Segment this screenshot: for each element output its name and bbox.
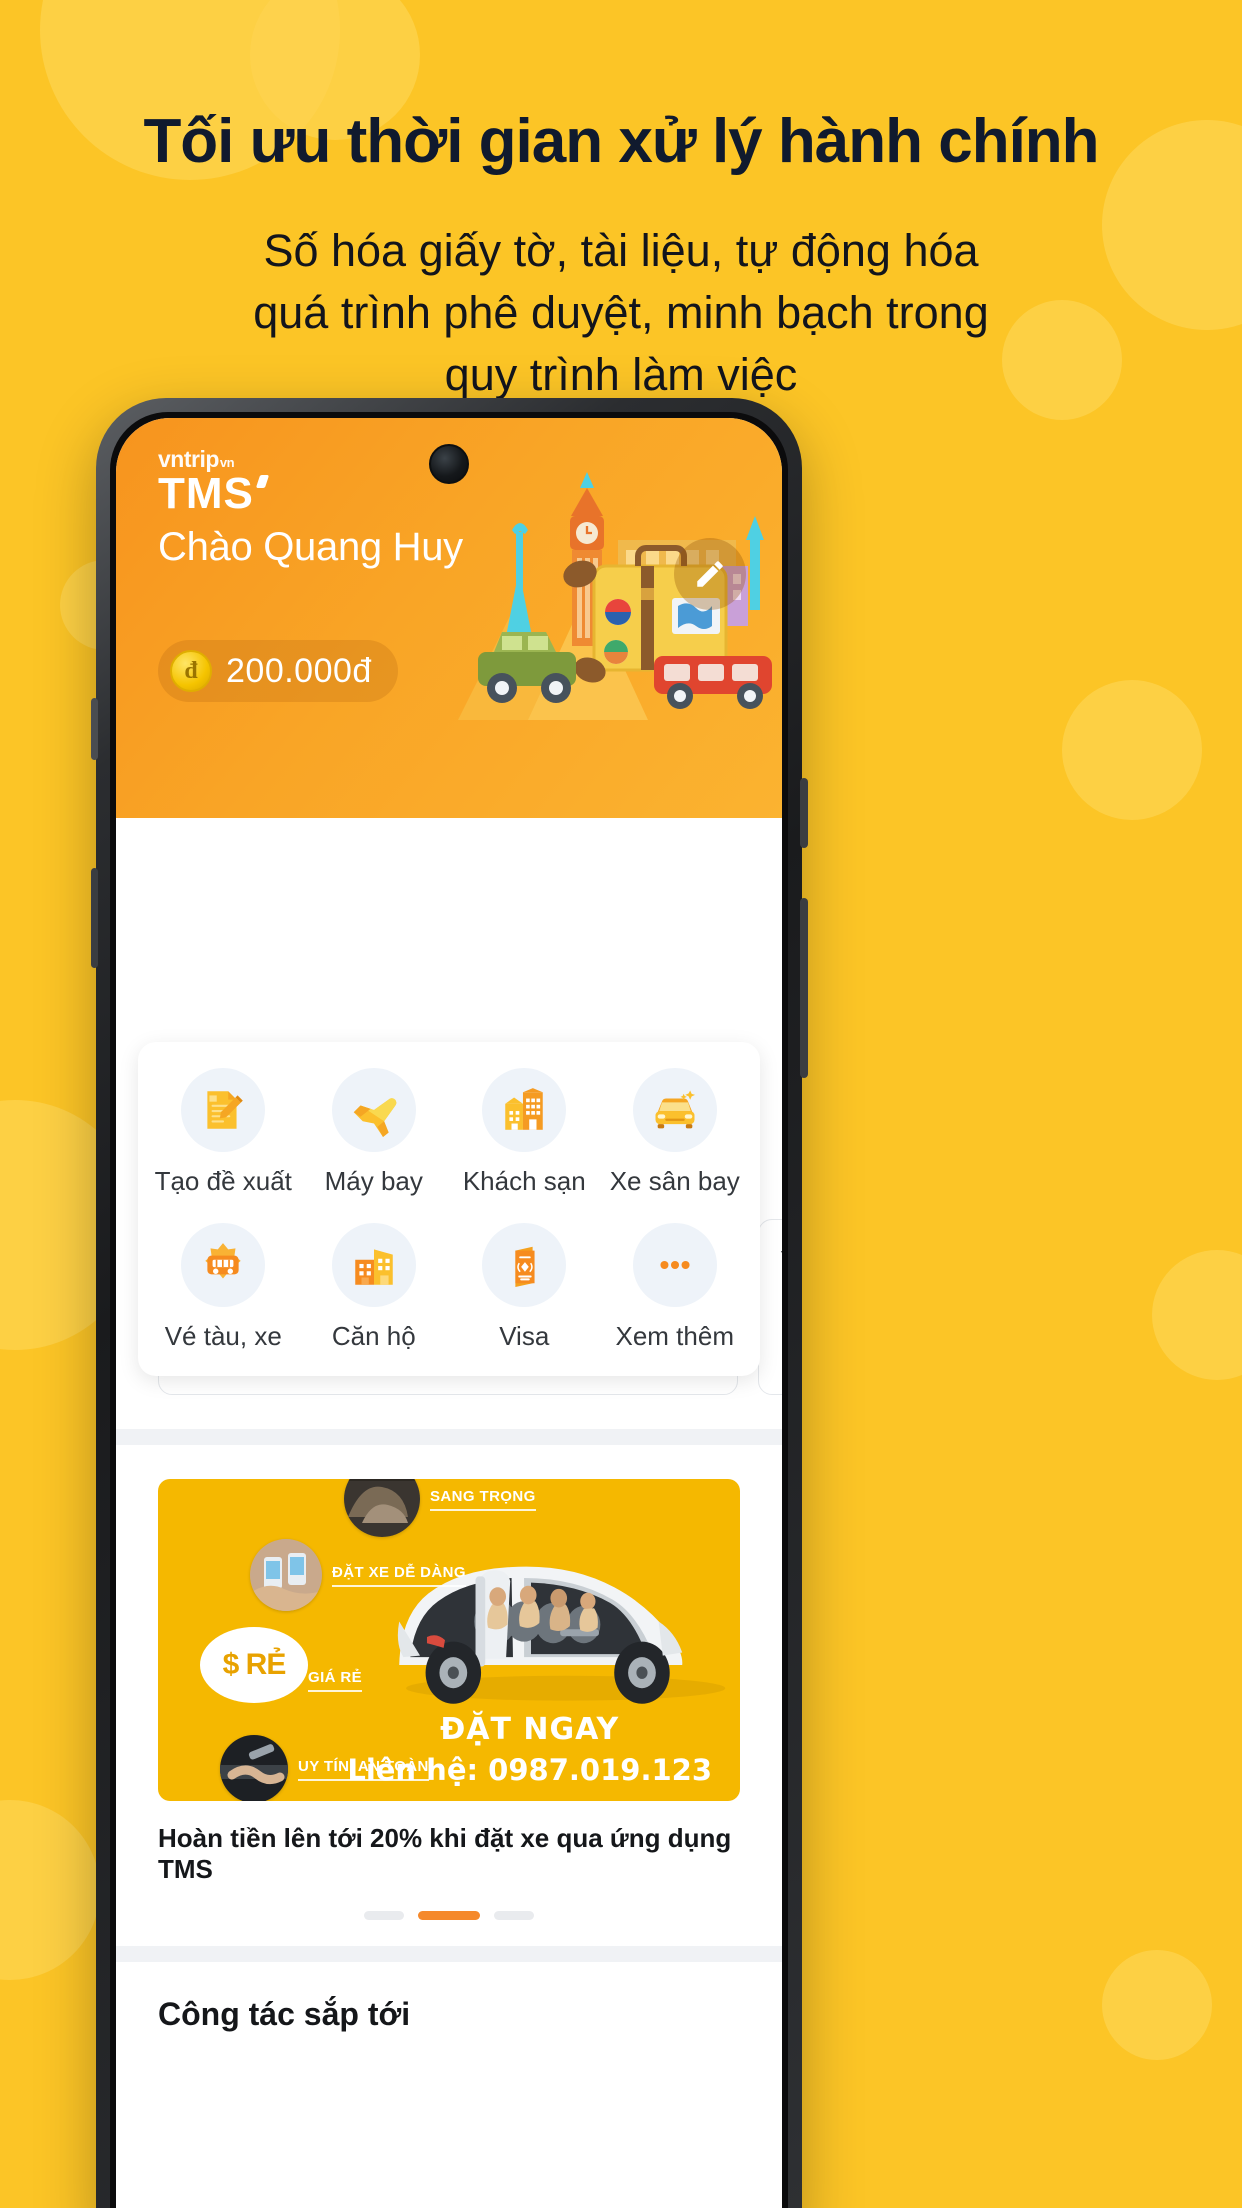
page-title: Tối ưu thời gian xử lý hành chính [143,107,1099,176]
airplane-icon [331,1068,416,1152]
service-label: Xe sân bay [609,1166,740,1196]
promo-caption: Hoàn tiền lên tới 20% khi đặt xe qua ứng… [158,1823,732,1884]
promo-tag: ĐẶT XE DỄ DÀNG [250,1539,466,1611]
promo-cta-line-2: Liên hệ: 0987.019.123 [347,1753,712,1787]
services-row-1: Tạo đề xuất Máy bay Khách sạn Xe sân bay [148,1068,750,1197]
section-divider [116,1946,782,1962]
app-screen: vntrip vn TMS Chào Quang Huy đ 200.000đ [116,418,782,2208]
service-label: Vé tàu, xe [164,1321,282,1351]
more-dots-icon [632,1223,717,1307]
service-label: Visa [499,1321,550,1351]
carousel-dot[interactable] [364,1911,404,1920]
calendar-icon [781,1296,782,1322]
section-divider [116,1429,782,1445]
promo-tag-label: GIÁ RẺ [308,1669,363,1692]
upcoming-trips-title: Công tác sắp tới [158,1996,411,2032]
alarm-clock-icon [781,1332,782,1358]
services-row-2: Vé tàu, xe Căn hộ Visa Xem thêm [148,1223,750,1352]
service-label: Căn hộ [331,1321,416,1351]
coin-icon: đ [170,650,212,692]
promo-cta-line-1: ĐẶT NGAY [440,1712,620,1747]
edit-profile-button[interactable] [674,538,746,610]
promo-cta[interactable]: ĐẶT NGAY Liên hệ: 0987.019.123 [347,1712,712,1787]
phone-right-button [800,898,808,1078]
service-label: Xem thêm [615,1321,735,1351]
apartment-icon [331,1223,416,1307]
phone-side-button-top [91,698,98,760]
phone-booking-photo [250,1539,322,1611]
page-subtitle: Số hóa giấy tờ, tài liệu, tự động hóa qu… [0,220,1242,406]
service-label: Khách sạn [462,1166,586,1196]
subtitle-line-1: Số hóa giấy tờ, tài liệu, tự động hóa [263,225,979,277]
pencil-icon [697,561,723,587]
promo-banner[interactable]: SANG TRỌNG ĐẶT XE DỄ DÀNG $ RẺ GIÁ RẺ UY… [158,1479,740,1801]
promo-tag: GIÁ RẺ [308,1669,363,1692]
promo-banner-section: SANG TRỌNG ĐẶT XE DỄ DÀNG $ RẺ GIÁ RẺ UY… [116,1445,782,1801]
service-item-tao-de-xuat[interactable]: Tạo đề xuất [148,1068,299,1197]
marketing-copy: Tối ưu thời gian xử lý hành chính Số hóa… [0,107,1242,406]
service-item-may-bay[interactable]: Máy bay [299,1068,450,1197]
promo-tag-label: ĐẶT XE DỄ DÀNG [332,1564,466,1587]
wallet-balance-chip[interactable]: đ 200.000đ [158,640,398,702]
promo-tag: SANG TRỌNG [344,1479,536,1537]
service-label: Máy bay [324,1166,423,1196]
phone-power-button [800,778,808,848]
hotel-buildings-icon [482,1068,567,1152]
carousel-dots[interactable] [116,1885,782,1946]
service-item-visa[interactable]: Visa [449,1223,600,1352]
service-item-can-ho[interactable]: Căn hộ [299,1223,450,1352]
visa-passport-icon [482,1223,567,1307]
bus-ticket-icon [181,1223,266,1307]
price-badge: $ RẺ [200,1627,308,1703]
taxi-car-icon [632,1068,717,1152]
payment-card[interactable]: V [758,1219,782,1395]
phone-mockup: vntrip vn TMS Chào Quang Huy đ 200.000đ [91,398,808,2208]
subtitle-line-2: quá trình phê duyệt, minh bạch trong [253,287,989,339]
service-item-xe-san-bay[interactable]: Xe sân bay [600,1068,751,1197]
brand-block: vntrip vn TMS Chào Quang Huy [158,446,463,570]
tms-logo-text: TMS [158,469,254,518]
payment-card-expiry-row [781,1332,782,1358]
service-label: Tạo đề xuất [154,1166,292,1196]
tms-logo-tick-icon [255,475,270,488]
phone-volume-button [91,868,98,968]
camera-punch-hole [429,444,469,484]
app-header: vntrip vn TMS Chào Quang Huy đ 200.000đ [116,418,782,818]
payment-card-title: V [781,1244,782,1280]
greeting-text: Chào Quang Huy [158,525,463,570]
services-grid: Tạo đề xuất Máy bay Khách sạn Xe sân bay… [138,1042,760,1376]
service-item-ve-tau-xe[interactable]: Vé tàu, xe [148,1223,299,1352]
promo-tag-label: SANG TRỌNG [430,1488,536,1511]
payment-card-date-row [781,1296,782,1322]
carousel-dot-active[interactable] [418,1911,480,1920]
wallet-amount: 200.000đ [226,651,372,690]
mechanic-photo [220,1735,288,1801]
service-item-xem-them[interactable]: Xem thêm [600,1223,751,1352]
document-pen-icon [181,1068,266,1152]
carousel-dot[interactable] [494,1911,534,1920]
tms-logo: TMS [158,469,270,518]
service-item-khach-san[interactable]: Khách sạn [449,1068,600,1197]
car-interior-photo [344,1479,420,1537]
vntrip-logo-suffix: vn [219,455,235,470]
app-body: Tạo đề xuất Máy bay Khách sạn Xe sân bay… [116,818,782,2033]
